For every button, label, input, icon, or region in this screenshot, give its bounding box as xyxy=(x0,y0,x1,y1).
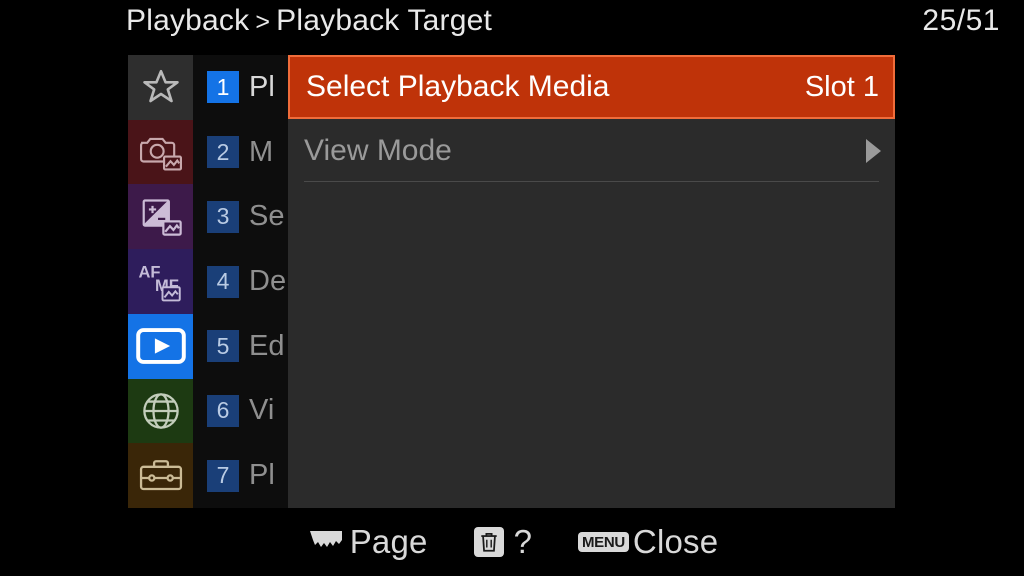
bottom-action-bar: Page ? MENU Close xyxy=(0,508,1024,576)
sidebar-tab-7[interactable]: 7 Pl xyxy=(193,443,288,508)
sidebar-tab-1[interactable]: 1 Pl xyxy=(193,55,288,120)
sidebar-tab-3[interactable]: 3 Se xyxy=(193,184,288,249)
tab-number-badge: 1 xyxy=(207,71,239,104)
sidebar-tab-5[interactable]: 5 Ed xyxy=(193,314,288,379)
tab-label: Pl xyxy=(249,70,275,103)
trash-icon xyxy=(473,527,504,557)
tab-number-badge: 3 xyxy=(207,200,239,233)
sidebar-tab-4[interactable]: 4 De xyxy=(193,249,288,314)
tab-label: Ed xyxy=(249,329,285,362)
menu-item-view-mode[interactable]: View Mode xyxy=(288,119,895,182)
breadcrumb: Playback > Playback Target xyxy=(126,4,492,38)
sidebar-category-shooting[interactable] xyxy=(128,119,193,185)
tab-number-badge: 7 xyxy=(207,459,239,492)
tab-column: 1 Pl 2 M 3 Se 4 De 5 Ed 6 Vi 7 Pl xyxy=(193,55,288,508)
tab-label: Pl xyxy=(249,459,275,492)
sidebar-category-setup[interactable] xyxy=(128,443,193,509)
close-action[interactable]: MENU Close xyxy=(577,523,719,561)
breadcrumb-separator-icon: > xyxy=(255,7,271,36)
afmf-icon: AF MF xyxy=(137,260,185,304)
close-label: Close xyxy=(632,523,719,560)
page-action[interactable]: Page xyxy=(306,523,428,561)
menu-item-value: Slot 1 xyxy=(804,70,879,103)
sidebar-category-focus[interactable]: AF MF xyxy=(128,249,193,314)
star-icon xyxy=(140,66,182,108)
globe-icon xyxy=(140,390,182,432)
control-dial-icon xyxy=(306,525,346,560)
sidebar-category-my-menu[interactable] xyxy=(128,55,193,120)
sidebar-category-exposure[interactable] xyxy=(128,184,193,250)
tab-number-badge: 5 xyxy=(207,330,239,363)
chevron-right-icon xyxy=(866,138,881,163)
toolbox-icon xyxy=(138,457,184,495)
tab-label: Se xyxy=(249,200,285,233)
tab-label: M xyxy=(249,135,274,168)
camera-icon xyxy=(138,131,184,173)
menu-item-label: View Mode xyxy=(304,133,452,167)
row-divider xyxy=(304,181,879,182)
help-label: ? xyxy=(513,523,532,560)
playback-icon xyxy=(135,327,187,365)
menu-item-label: Select Playback Media xyxy=(306,70,610,103)
menu-item-select-playback-media[interactable]: Select Playback Media Slot 1 xyxy=(288,55,895,119)
breadcrumb-root: Playback xyxy=(126,4,250,37)
exposure-icon xyxy=(139,196,183,238)
tab-number-badge: 2 xyxy=(207,136,239,169)
help-action[interactable]: ? xyxy=(473,523,532,561)
category-icon-rail: AF MF xyxy=(128,55,193,509)
menu-content-panel: Select Playback Media Slot 1 View Mode xyxy=(288,55,895,508)
sidebar-tab-2[interactable]: 2 M xyxy=(193,120,288,185)
tab-number-badge: 4 xyxy=(207,265,239,298)
menu-button-badge: MENU xyxy=(577,532,629,552)
sidebar-category-playback[interactable] xyxy=(128,313,193,379)
page-label: Page xyxy=(349,523,428,560)
breadcrumb-current: Playback Target xyxy=(276,4,493,37)
tab-label: Vi xyxy=(249,394,275,427)
tab-label: De xyxy=(249,265,287,298)
camera-menu-screen: Playback > Playback Target 25/51 AF MF 1… xyxy=(0,0,1024,576)
sidebar-tab-6[interactable]: 6 Vi xyxy=(193,379,288,444)
sidebar-category-network[interactable] xyxy=(128,378,193,444)
tab-number-badge: 6 xyxy=(207,394,239,427)
page-counter: 25/51 xyxy=(922,4,1000,37)
header: Playback > Playback Target 25/51 xyxy=(0,0,1024,52)
